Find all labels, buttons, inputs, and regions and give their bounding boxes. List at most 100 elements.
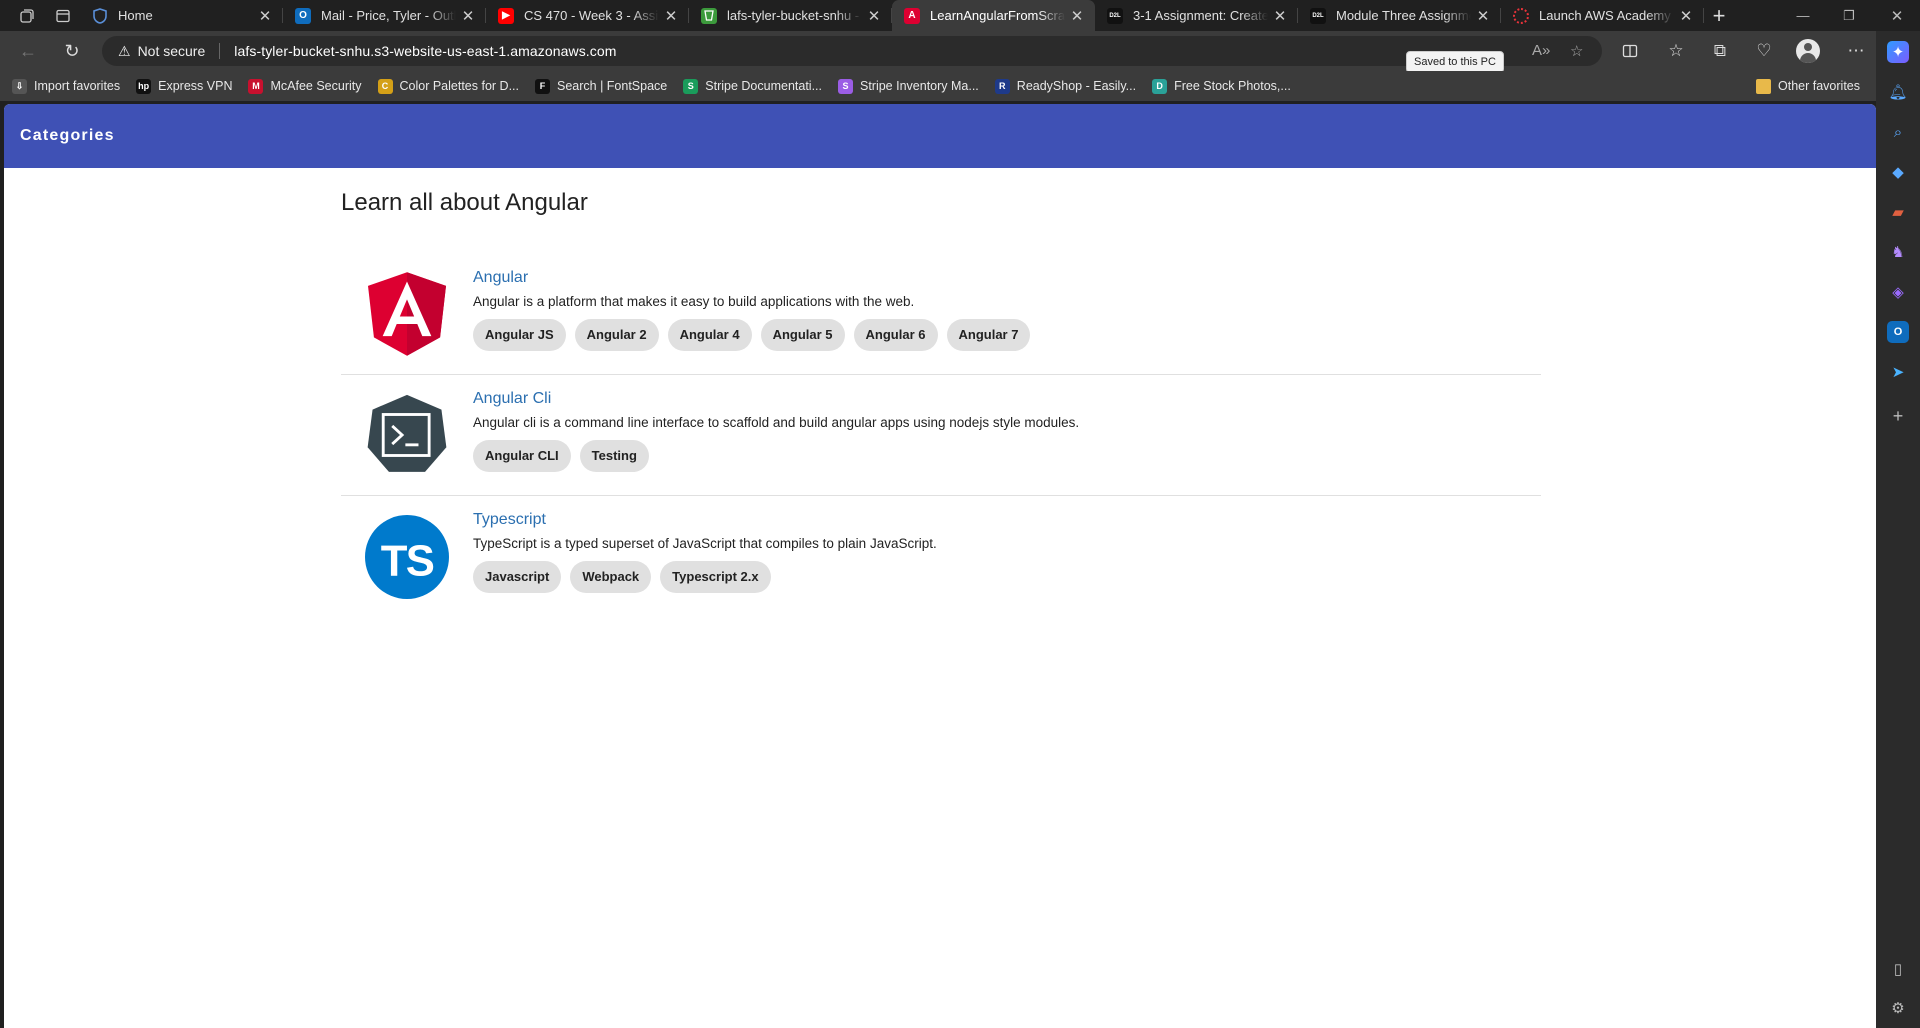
profile-avatar[interactable] xyxy=(1790,31,1826,71)
favorite-star-icon[interactable]: ☆ xyxy=(1570,42,1583,60)
close-tab-icon[interactable]: ✕ xyxy=(1678,7,1694,25)
app-toolbar: Categories xyxy=(4,104,1876,168)
favorite-item[interactable]: R ReadyShop - Easily... xyxy=(994,78,1136,94)
tab-8[interactable]: Launch AWS Academy Learner Lab ✕ xyxy=(1501,0,1704,31)
games-icon[interactable]: ♞ xyxy=(1887,241,1909,263)
category-title[interactable]: Angular xyxy=(473,268,1039,288)
tab-strip: Home ✕ O Mail - Price, Tyler - Outlook ✕ ▶ CS … xyxy=(0,0,1920,31)
settings-more-icon[interactable]: ⋯ xyxy=(1838,31,1874,71)
sidebar-settings-gear-icon[interactable]: ⚙ xyxy=(1887,997,1909,1019)
fontspace-icon: F xyxy=(535,78,550,94)
favorites-list-icon[interactable]: ☆ xyxy=(1658,31,1694,71)
back-arrow-icon[interactable]: ← xyxy=(6,31,50,71)
tools-briefcase-icon[interactable]: ▰ xyxy=(1887,201,1909,223)
close-tab-icon[interactable]: ✕ xyxy=(460,7,476,25)
page-viewport: Categories Learn all about Angular Angul… xyxy=(4,104,1876,1028)
favorite-item[interactable]: ⇩ Import favorites xyxy=(12,78,120,94)
notifications-bell-icon[interactable]: 🔔︎ xyxy=(1887,81,1909,103)
tab-actions-icon[interactable] xyxy=(46,0,80,31)
shopping-tag-icon[interactable]: ◆ xyxy=(1887,161,1909,183)
tab-2[interactable]: O Mail - Price, Tyler - Outlook ✕ xyxy=(283,0,486,31)
tag-chip[interactable]: Angular 5 xyxy=(760,319,845,351)
new-tab-button[interactable]: + xyxy=(1704,0,1734,31)
microsoft-365-icon[interactable]: ◈ xyxy=(1887,281,1909,303)
collections-icon[interactable]: ⧉ xyxy=(1702,31,1738,71)
category-item: TS Typescript TypeScript is a typed supers… xyxy=(341,496,1541,617)
split-screen-icon[interactable] xyxy=(1612,31,1648,71)
category-title[interactable]: Typescript xyxy=(473,510,937,530)
tab-3[interactable]: ▶ CS 470 - Week 3 - Assignment ✕ xyxy=(486,0,689,31)
tag-chip[interactable]: Angular 2 xyxy=(574,319,659,351)
copilot-icon[interactable]: ✦ xyxy=(1887,41,1909,63)
favorite-item[interactable]: C Color Palettes for D... xyxy=(377,78,519,94)
search-icon[interactable]: ⌕ xyxy=(1887,121,1909,143)
category-body: Angular Angular is a platform that makes … xyxy=(473,254,1039,374)
tag-chip[interactable]: Angular CLI xyxy=(473,440,571,472)
stripe-doc-icon: S xyxy=(683,78,699,94)
favorite-item[interactable]: S Stripe Documentati... xyxy=(683,78,822,94)
close-window-button[interactable]: ✕ xyxy=(1874,0,1920,31)
favorite-item[interactable]: F Search | FontSpace xyxy=(535,78,667,94)
favorite-item[interactable]: S Stripe Inventory Ma... xyxy=(837,78,979,94)
workspaces-icon[interactable] xyxy=(8,0,46,31)
angular-cli-logo-icon xyxy=(341,375,473,495)
category-list: Angular Angular is a platform that makes … xyxy=(341,254,1541,617)
refresh-icon[interactable]: ↻ xyxy=(50,31,94,71)
add-sidebar-app-icon[interactable]: + xyxy=(1887,405,1909,427)
tag-chip[interactable]: Testing xyxy=(579,440,649,472)
minimize-button[interactable]: — xyxy=(1780,0,1826,31)
tag-chip[interactable]: Angular 7 xyxy=(946,319,1031,351)
favorite-item[interactable]: M McAfee Security xyxy=(248,78,362,94)
tab-1[interactable]: Home ✕ xyxy=(80,0,283,31)
saved-tooltip: Saved to this PC xyxy=(1406,51,1504,73)
tab-7[interactable]: D2L Module Three Assignment ✕ xyxy=(1298,0,1501,31)
hp-icon: hp xyxy=(136,78,152,94)
s3-bucket-icon xyxy=(701,7,717,24)
stockphoto-icon: D xyxy=(1152,78,1168,94)
close-tab-icon[interactable]: ✕ xyxy=(663,7,679,25)
warning-triangle-icon[interactable]: ⚠ xyxy=(118,43,131,60)
close-tab-icon[interactable]: ✕ xyxy=(257,7,273,25)
tag-chip[interactable]: Angular 6 xyxy=(853,319,938,351)
close-tab-icon[interactable]: ✕ xyxy=(1069,7,1085,25)
tag-chip[interactable]: Angular JS xyxy=(473,319,566,351)
outlook-icon: O xyxy=(295,7,311,24)
category-item: Angular Cli Angular cli is a command line… xyxy=(341,375,1541,496)
tag-chip[interactable]: Javascript xyxy=(473,561,562,593)
mcafee-icon: M xyxy=(248,78,264,94)
tag-chip[interactable]: Typescript 2.x xyxy=(660,561,771,593)
url-text[interactable]: lafs-tyler-bucket-snhu.s3-website-us-eas… xyxy=(234,43,616,59)
close-tab-icon[interactable]: ✕ xyxy=(1475,7,1491,25)
restore-button[interactable]: ❐ xyxy=(1826,0,1872,31)
category-title[interactable]: Angular Cli xyxy=(473,389,1079,409)
favorite-item[interactable]: D Free Stock Photos,... xyxy=(1152,78,1291,94)
favorite-label: Free Stock Photos,... xyxy=(1174,79,1291,93)
favorite-label: Stripe Inventory Ma... xyxy=(859,79,979,93)
category-item: Angular Angular is a platform that makes … xyxy=(341,254,1541,375)
browser-essentials-icon[interactable]: ♡ xyxy=(1746,31,1782,71)
tab-6[interactable]: D2L 3-1 Assignment: Create a ✕ xyxy=(1095,0,1298,31)
favorite-item[interactable]: hp Express VPN xyxy=(136,78,232,94)
tab-title: lafs-tyler-bucket-snhu - S3 xyxy=(727,8,862,23)
readyshop-icon: R xyxy=(994,78,1010,94)
read-aloud-icon[interactable]: A» xyxy=(1532,42,1550,59)
tab-4[interactable]: lafs-tyler-bucket-snhu - S3 ✕ xyxy=(689,0,892,31)
other-favorites-folder[interactable]: Other favorites xyxy=(1756,71,1860,101)
address-bar[interactable]: ⚠ Not secure lafs-tyler-bucket-snhu.s3-w… xyxy=(102,36,1602,66)
close-tab-icon[interactable]: ✕ xyxy=(1272,7,1288,25)
aws-academy-icon xyxy=(1513,7,1529,24)
svg-text:TS: TS xyxy=(381,536,434,585)
drop-send-icon[interactable]: ➤ xyxy=(1887,361,1909,383)
category-description: Angular cli is a command line interface … xyxy=(473,415,1080,430)
tag-chip[interactable]: Webpack xyxy=(570,561,652,593)
tag-chip-list: Javascript Webpack Typescript 2.x xyxy=(473,561,937,593)
category-body: Typescript TypeScript is a typed superset… xyxy=(473,496,937,617)
edge-sidebar: ✦ 🔔︎ ⌕ ◆ ▰ ♞ ◈ O ➤ + ▯ ⚙ xyxy=(1876,31,1920,1028)
hide-sidebar-icon[interactable]: ▯ xyxy=(1887,958,1909,980)
outlook-icon[interactable]: O xyxy=(1887,321,1909,343)
close-tab-icon[interactable]: ✕ xyxy=(866,7,882,25)
tab-5[interactable]: A LearnAngularFromScratch ✕ xyxy=(892,0,1095,31)
toolbar-title[interactable]: Categories xyxy=(20,127,115,145)
security-label[interactable]: Not secure xyxy=(138,43,206,59)
tag-chip[interactable]: Angular 4 xyxy=(667,319,752,351)
